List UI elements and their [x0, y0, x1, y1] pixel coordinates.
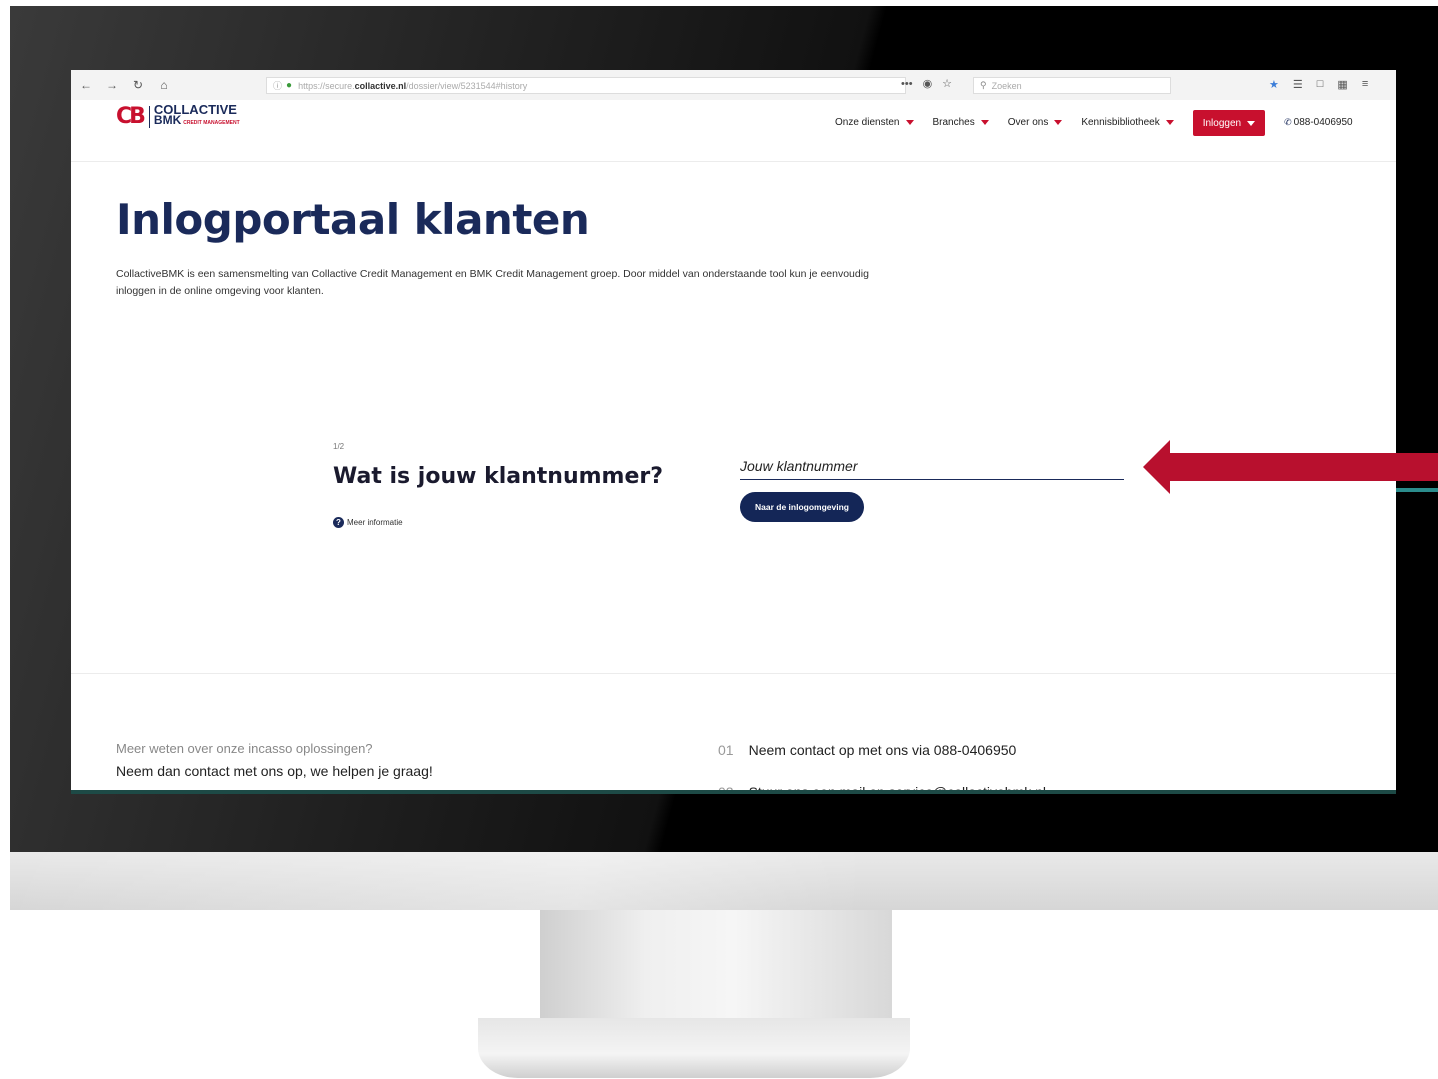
nav-item-over-ons[interactable]: Over ons — [1008, 117, 1063, 128]
more-info-label: Meer informatie — [347, 518, 403, 527]
more-info-link[interactable]: ? Meer informatie — [333, 517, 403, 528]
hamburger-menu-icon[interactable]: ≡ — [1362, 78, 1368, 91]
bookmark-star-icon[interactable]: ☆ — [942, 77, 952, 90]
login-button[interactable]: Inloggen — [1192, 110, 1266, 136]
login-label: Inloggen — [1202, 117, 1242, 129]
url-prefix: https://secure. — [298, 80, 355, 91]
form-question: Wat is jouw klantnummer? — [333, 464, 663, 489]
logo-separator — [148, 105, 150, 128]
back-icon[interactable]: ← — [77, 76, 95, 94]
footer-contact-mail[interactable]: 02 Stuur ons een mail op service@collact… — [718, 784, 1047, 794]
logo-line2-text: BMK — [153, 113, 182, 127]
phone-icon: ✆ — [1284, 116, 1292, 127]
page-title: Inlogportaal klanten — [116, 195, 590, 244]
phone-number: 088-0406950 — [1293, 116, 1353, 128]
footer-contact-phone[interactable]: 01 Neem contact op met ons via 088-04069… — [718, 742, 1016, 758]
library-icon[interactable]: ☰ — [1293, 78, 1303, 91]
nav-item-kennisbibliotheek[interactable]: Kennisbibliotheek — [1081, 116, 1174, 128]
monitor-scene: ← → ↻ ⌂ ⓘ ● https://secure. collactive.n… — [0, 0, 1438, 1079]
teal-accent — [1396, 488, 1438, 492]
sidebar-icon[interactable]: □ — [1317, 78, 1324, 91]
submit-button[interactable]: Naar de inlogomgeving — [740, 492, 864, 522]
phone-link[interactable]: ✆ 088-0406950 — [1284, 117, 1353, 128]
caret-down-icon — [980, 119, 989, 125]
monitor-chin — [10, 852, 1438, 910]
footer-item-text: Neem contact op met ons via 088-0406950 — [748, 742, 1017, 758]
search-placeholder: Zoeken — [991, 80, 1022, 91]
screen: ← → ↻ ⌂ ⓘ ● https://secure. collactive.n… — [71, 70, 1396, 794]
logo-line2: BMK CREDIT MANAGEMENT — [153, 113, 240, 129]
footer-item-text: Stuur ons een mail op service@collactive… — [748, 784, 1047, 794]
step-indicator: 1/2 — [333, 442, 345, 451]
info-icon[interactable]: ⓘ — [273, 79, 282, 92]
nav-item-onze-diensten[interactable]: Onze diensten — [835, 117, 914, 128]
forward-icon[interactable]: → — [103, 76, 121, 94]
footer-item-number: 02 — [718, 784, 734, 794]
logo-text: COLLACTIVE BMK CREDIT MANAGEMENT — [153, 103, 240, 129]
nav-item-branches[interactable]: Branches — [933, 117, 989, 128]
nav-label: Over ons — [1007, 116, 1049, 128]
nav-label: Kennisbibliotheek — [1081, 116, 1160, 128]
footer-subtitle: Meer weten over onze incasso oplossingen… — [116, 741, 373, 756]
lock-icon: ● — [286, 80, 293, 91]
caret-down-icon — [1054, 119, 1063, 125]
site-header: CB COLLACTIVE BMK CREDIT MANAGEMENT Onze … — [71, 100, 1396, 162]
search-icon: ⚲ — [980, 80, 987, 90]
customer-number-input[interactable] — [740, 452, 1124, 480]
url-path: /dossier/view/5231544#history — [406, 80, 528, 91]
logo-mark: CB — [116, 104, 146, 129]
page-actions: ••• ◉ ☆ — [901, 77, 952, 91]
page-menu-icon[interactable]: ••• — [901, 78, 913, 90]
question-icon: ? — [333, 517, 344, 528]
nav-label: Onze diensten — [835, 116, 900, 128]
bookmarks-star-icon[interactable]: ★ — [1269, 78, 1279, 91]
footer-item-number: 01 — [718, 742, 734, 758]
monitor-stand — [540, 910, 892, 1020]
pocket-icon[interactable]: ◉ — [923, 77, 933, 90]
intro-text: CollactiveBMK is een samensmelting van C… — [116, 268, 869, 297]
pointer-arrow-icon — [1143, 440, 1438, 494]
url-domain: collactive.nl — [354, 80, 407, 91]
reload-icon[interactable]: ↻ — [129, 76, 147, 94]
caret-down-icon — [905, 119, 914, 125]
main-nav: Onze diensten Branches Over ons Kennisbi… — [835, 108, 1353, 136]
section-divider — [71, 673, 1396, 674]
caret-down-icon — [1165, 119, 1174, 125]
home-icon[interactable]: ⌂ — [155, 76, 173, 94]
caret-down-icon — [1247, 120, 1256, 126]
address-bar[interactable]: ⓘ ● https://secure. collactive.nl /dossi… — [266, 77, 906, 94]
browser-search-input[interactable]: ⚲ Zoeken — [973, 77, 1171, 94]
monitor-foot — [478, 1018, 910, 1078]
logo-tagline: CREDIT MANAGEMENT — [183, 120, 240, 126]
reader-icon[interactable]: ▦ — [1337, 78, 1347, 91]
nav-label: Branches — [932, 116, 975, 128]
logo[interactable]: CB COLLACTIVE BMK CREDIT MANAGEMENT — [116, 103, 240, 129]
footer-headline: Neem dan contact met ons op, we helpen j… — [116, 763, 433, 779]
browser-tools: ★ ☰ □ ▦ ≡ — [1269, 78, 1368, 91]
